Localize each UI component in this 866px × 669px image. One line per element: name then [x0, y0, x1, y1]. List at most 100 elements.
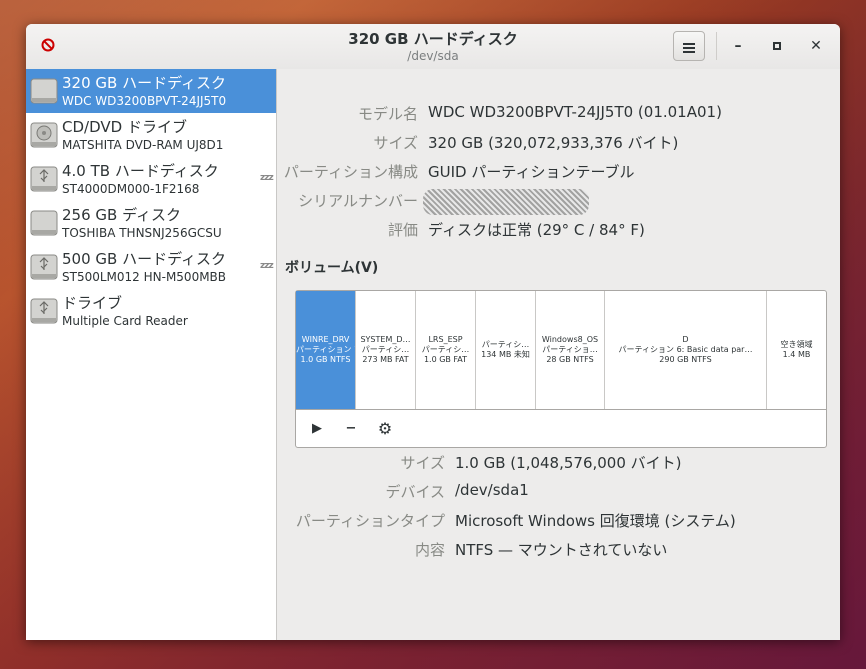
- drive-model: Multiple Card Reader: [62, 314, 188, 328]
- drive-details: モデル名 WDC WD3200BPVT-24JJ5T0 (01.01A01) サイズ…: [277, 69, 840, 640]
- drive-list: 320 GB ハードディスク WDC WD3200BPVT-24JJ5T0 CD/D…: [26, 69, 277, 640]
- partition-segment[interactable]: D パーティション 6: Basic data par… 290 GB NTFS: [605, 291, 767, 409]
- optical-drive-icon: [30, 122, 58, 148]
- play-icon: ▶: [312, 421, 322, 436]
- minimize-button[interactable]: –: [727, 35, 749, 57]
- partition-segment[interactable]: SYSTEM_D… パーティシ… 273 MB FAT: [356, 291, 416, 409]
- header-bar: 320 GB ハードディスク /dev/sda – ✕: [26, 24, 840, 70]
- partition-text: パーティシ…: [361, 345, 410, 354]
- disk-property-row: 評価 ディスクは正常 (29° C / 84° F): [277, 219, 840, 241]
- drive-model: ST4000DM000-1F2168: [62, 182, 200, 196]
- property-value: NTFS — マウントされていない: [455, 541, 668, 559]
- drive-name: 320 GB ハードディスク: [62, 74, 227, 92]
- usb-harddisk-icon: [30, 254, 58, 280]
- disks-window: 320 GB ハードディスク /dev/sda – ✕ 320 GB ハードディ…: [26, 24, 840, 640]
- partition-segment[interactable]: パーティシ… 134 MB 未知: [476, 291, 536, 409]
- partition-text: パーティション 1: [296, 345, 355, 354]
- minus-icon: −: [345, 421, 357, 436]
- usb-drive-icon: [30, 298, 58, 324]
- partition-settings-button[interactable]: ⚙: [373, 417, 397, 441]
- partition-text: 空き領域: [780, 340, 813, 349]
- usb-harddisk-icon: [30, 166, 58, 192]
- partition-text: 273 MB FAT: [362, 355, 409, 364]
- property-value: ディスクは正常 (29° C / 84° F): [428, 221, 645, 239]
- partition-property-row: サイズ 1.0 GB (1,048,576,000 バイト): [277, 452, 840, 474]
- partition-segment[interactable]: WINRE_DRV パーティション 1 1.0 GB NTFS: [296, 291, 356, 409]
- partition-segment[interactable]: Windows8_OS パーティショ… 28 GB NTFS: [536, 291, 605, 409]
- partition-text: 134 MB 未知: [481, 350, 530, 359]
- drive-item[interactable]: 500 GB ハードディスク ST500LM012 HN-M500MBB zzz: [26, 245, 276, 289]
- partition-text: LRS_ESP: [428, 335, 463, 344]
- harddisk-icon: [30, 78, 58, 104]
- drive-model: ST500LM012 HN-M500MBB: [62, 270, 227, 284]
- partition-text: WINRE_DRV: [301, 335, 350, 344]
- drive-item[interactable]: CD/DVD ドライブ MATSHITA DVD-RAM UJ8D1: [26, 113, 276, 157]
- gear-icon: ⚙: [377, 419, 393, 438]
- drive-name: 500 GB ハードディスク: [62, 250, 227, 268]
- partition-text: 28 GB NTFS: [546, 355, 594, 364]
- drive-item[interactable]: 256 GB ディスク TOSHIBA THNSNJ256GCSU: [26, 201, 276, 245]
- property-label: サイズ: [400, 454, 445, 472]
- property-label: パーティションタイプ: [295, 512, 445, 530]
- property-label: 内容: [414, 541, 445, 559]
- disk-property-row: サイズ 320 GB (320,072,933,376 バイト): [277, 132, 840, 154]
- maximize-button[interactable]: [766, 35, 788, 57]
- maximize-icon: [773, 42, 781, 50]
- property-value: Microsoft Windows 回復環境 (システム): [455, 512, 736, 530]
- property-value: 1.0 GB (1,048,576,000 バイト): [455, 454, 682, 472]
- drive-name: 4.0 TB ハードディスク: [62, 162, 219, 180]
- partition-segment[interactable]: 空き領域 1.4 MB: [767, 291, 826, 409]
- drive-name: ドライブ: [62, 294, 123, 312]
- partition-property-row: パーティションタイプ Microsoft Windows 回復環境 (システム): [277, 510, 840, 532]
- partition-text: パーティシ…: [481, 340, 530, 349]
- property-value: 320 GB (320,072,933,376 バイト): [428, 134, 679, 152]
- header-separator: [716, 32, 717, 60]
- drive-item[interactable]: 320 GB ハードディスク WDC WD3200BPVT-24JJ5T0: [26, 69, 276, 113]
- property-value: WDC WD3200BPVT-24JJ5T0 (01.01A01): [428, 103, 722, 121]
- disk-property-row: モデル名 WDC WD3200BPVT-24JJ5T0 (01.01A01): [277, 103, 840, 125]
- property-label: パーティション構成: [283, 163, 418, 181]
- volumes-heading: ボリューム(V): [285, 260, 379, 276]
- property-label: サイズ: [373, 134, 418, 152]
- partition-property-row: 内容 NTFS — マウントされていない: [277, 539, 840, 561]
- mount-button[interactable]: ▶: [305, 417, 329, 441]
- partition-text: SYSTEM_D…: [360, 335, 411, 344]
- property-value: /dev/sda1: [455, 481, 529, 499]
- volume-map: WINRE_DRV パーティション 1 1.0 GB NTFS SYSTEM_D… パー…: [295, 290, 827, 448]
- drive-item[interactable]: 4.0 TB ハードディスク ST4000DM000-1F2168 zzz: [26, 157, 276, 201]
- partition-bar: WINRE_DRV パーティション 1 1.0 GB NTFS SYSTEM_D… パー…: [296, 291, 826, 410]
- sleep-indicator: zzz: [260, 261, 274, 271]
- property-label: モデル名: [357, 105, 418, 123]
- harddisk-icon: [30, 210, 58, 236]
- partition-property-row: デバイス/dev/sda1: [277, 481, 840, 503]
- window-subtitle: /dev/sda: [407, 49, 459, 63]
- drive-name: CD/DVD ドライブ: [62, 118, 187, 136]
- partition-text: パーティショ…: [542, 345, 598, 354]
- partition-text: 1.0 GB NTFS: [300, 355, 351, 364]
- drive-model: MATSHITA DVD-RAM UJ8D1: [62, 138, 224, 152]
- partition-text: Windows8_OS: [541, 335, 599, 344]
- delete-partition-button[interactable]: −: [339, 417, 363, 441]
- partition-text: パーティション 6: Basic data par…: [618, 345, 753, 354]
- hamburger-icon: [683, 42, 695, 53]
- disk-property-row: パーティション構成 GUID パーティションテーブル: [277, 161, 840, 183]
- sleep-indicator: zzz: [260, 173, 274, 183]
- window-title: 320 GB ハードディスク: [348, 30, 518, 48]
- redacted-serial: [423, 189, 589, 215]
- drive-model: TOSHIBA THNSNJ256GCSU: [62, 226, 222, 240]
- partition-text: D: [682, 335, 689, 344]
- property-label: デバイス: [385, 483, 445, 501]
- close-button[interactable]: ✕: [805, 35, 827, 57]
- partition-text: 1.4 MB: [782, 350, 811, 359]
- drive-item[interactable]: ドライブ Multiple Card Reader: [26, 289, 276, 333]
- drive-name: 256 GB ディスク: [62, 206, 182, 224]
- partition-text: 290 GB NTFS: [659, 355, 712, 364]
- partition-segment[interactable]: LRS_ESP パーティシ… 1.0 GB FAT: [416, 291, 476, 409]
- drive-model: WDC WD3200BPVT-24JJ5T0: [62, 94, 227, 108]
- property-label: 評価: [387, 221, 418, 239]
- partition-text: パーティシ…: [421, 345, 470, 354]
- menu-button[interactable]: [673, 31, 705, 61]
- property-value: GUID パーティションテーブル: [428, 163, 635, 181]
- partition-text: 1.0 GB FAT: [423, 355, 468, 364]
- property-label: シリアルナンバー: [298, 192, 418, 210]
